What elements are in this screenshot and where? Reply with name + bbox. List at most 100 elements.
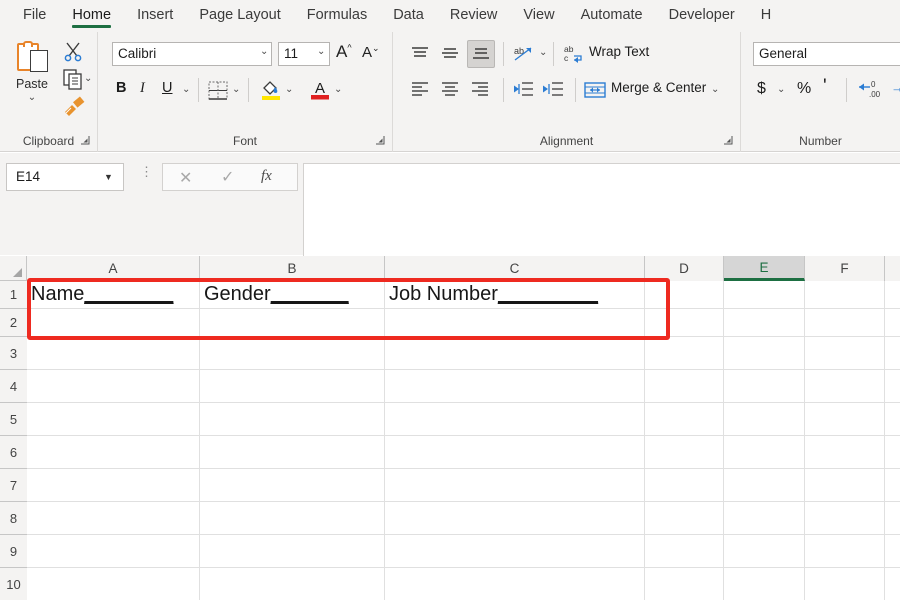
decrease-decimal-icon[interactable]: 0 .00 xyxy=(857,78,883,102)
cell-A1[interactable]: Name________ xyxy=(31,281,173,307)
select-all-corner[interactable] xyxy=(0,256,27,281)
align-middle-icon[interactable] xyxy=(437,42,463,66)
ribbon-tab-file[interactable]: File xyxy=(10,3,59,29)
increase-indent-icon[interactable] xyxy=(541,78,567,102)
merge-center-label[interactable]: Merge & Center xyxy=(611,80,706,95)
clipboard-dialog-launcher[interactable] xyxy=(80,135,92,147)
merge-center-icon[interactable] xyxy=(583,79,607,101)
ribbon-tab-label: Review xyxy=(449,7,498,23)
italic-button[interactable]: I xyxy=(140,80,145,97)
fill-color-icon[interactable] xyxy=(260,79,282,101)
row-header-10[interactable]: 10 xyxy=(0,568,27,600)
name-box-caret-icon[interactable]: ▼ xyxy=(104,172,113,182)
formula-bar-buttons: ✕ ✓ fx xyxy=(162,163,298,191)
row-headers: 1 2 3 4 5 6 7 8 9 10 xyxy=(0,281,27,600)
grid-line-horizontal xyxy=(27,308,900,309)
cut-icon[interactable] xyxy=(62,40,84,62)
align-left-icon[interactable] xyxy=(407,78,433,102)
increase-decimal-partial-icon[interactable]: → xyxy=(891,80,900,95)
enter-formula-icon[interactable]: ✓ xyxy=(221,167,234,187)
percent-format-button[interactable]: % xyxy=(797,80,811,98)
borders-caret-icon[interactable]: ⌄ xyxy=(232,84,240,95)
ribbon-tab-home[interactable]: Home xyxy=(59,3,124,29)
cell-area[interactable]: Name________ Gender_______ Job Number_____… xyxy=(27,281,900,600)
ribbon-tab-page-layout[interactable]: Page Layout xyxy=(186,3,293,29)
font-name-caret-icon[interactable]: ⌄ xyxy=(260,46,268,57)
grid-line-horizontal xyxy=(27,402,900,403)
wrap-text-label[interactable]: Wrap Text xyxy=(589,44,649,59)
copy-caret-icon[interactable]: ⌄ xyxy=(84,73,92,84)
row-header-4[interactable]: 4 xyxy=(0,370,27,403)
bold-button[interactable]: B xyxy=(116,80,126,96)
wrap-text-icon[interactable]: ab c xyxy=(563,43,585,65)
font-dialog-launcher[interactable] xyxy=(375,135,387,147)
group-label-font: Font xyxy=(232,134,257,148)
column-header-G[interactable]: G xyxy=(885,256,900,281)
cell-C1[interactable]: Job Number_________ xyxy=(389,281,598,307)
select-all-triangle-icon xyxy=(13,268,22,277)
cancel-formula-icon[interactable]: ✕ xyxy=(179,168,192,188)
cell-label-text: Job Number xyxy=(389,283,498,305)
row-header-2[interactable]: 2 xyxy=(0,309,27,337)
insert-function-icon[interactable]: fx xyxy=(261,168,272,185)
column-header-E[interactable]: E xyxy=(724,256,805,281)
font-name-input[interactable]: Calibri xyxy=(112,42,272,66)
row-header-1[interactable]: 1 xyxy=(0,281,27,309)
ribbon-tab-review[interactable]: Review xyxy=(437,3,511,29)
comma-format-button[interactable]: ' xyxy=(823,76,827,98)
borders-icon[interactable] xyxy=(208,81,228,100)
fill-color-caret-icon[interactable]: ⌄ xyxy=(285,84,293,95)
column-header-C[interactable]: C xyxy=(385,256,645,281)
ribbon-group-number: General $ ⌄ % ' 0 .00 → Number xyxy=(741,32,900,152)
accounting-format-button[interactable]: $ xyxy=(757,80,766,98)
underline-button[interactable]: U xyxy=(162,80,172,96)
column-header-F[interactable]: F xyxy=(805,256,885,281)
column-header-B[interactable]: B xyxy=(200,256,385,281)
underline-caret-icon[interactable]: ⌄ xyxy=(182,84,190,95)
ribbon-group-clipboard: Paste ⌄ ⌄ Clipboard xyxy=(0,32,98,152)
ribbon-tab-developer[interactable]: Developer xyxy=(656,3,748,29)
cell-B1[interactable]: Gender_______ xyxy=(204,281,349,307)
row-header-9[interactable]: 9 xyxy=(0,535,27,568)
align-right-icon[interactable] xyxy=(467,78,493,102)
ribbon-tab-automate[interactable]: Automate xyxy=(568,3,656,29)
paste-button[interactable]: Paste ⌄ xyxy=(6,38,58,124)
font-size-caret-icon[interactable]: ⌄ xyxy=(317,46,325,57)
ribbon-tab-view[interactable]: View xyxy=(510,3,567,29)
orientation-caret-icon[interactable]: ⌄ xyxy=(539,47,547,58)
ribbon-tab-label: File xyxy=(23,7,47,23)
ribbon-tab-label: View xyxy=(523,7,555,23)
align-center-icon[interactable] xyxy=(437,78,463,102)
column-header-D[interactable]: D xyxy=(645,256,724,281)
align-top-icon[interactable] xyxy=(407,42,433,66)
paste-caret-icon[interactable]: ⌄ xyxy=(28,92,36,103)
row-header-6[interactable]: 6 xyxy=(0,436,27,469)
font-color-icon[interactable]: A xyxy=(310,79,330,101)
row-header-8[interactable]: 8 xyxy=(0,502,27,535)
accounting-caret-icon[interactable]: ⌄ xyxy=(777,84,785,95)
ribbon-tab-formulas[interactable]: Formulas xyxy=(294,3,380,29)
font-color-caret-icon[interactable]: ⌄ xyxy=(334,84,342,95)
row-header-3[interactable]: 3 xyxy=(0,337,27,370)
ribbon-tab-insert[interactable]: Insert xyxy=(124,3,186,29)
decrease-indent-icon[interactable] xyxy=(511,78,537,102)
increase-font-size-icon[interactable]: A^ xyxy=(336,42,352,62)
format-painter-icon[interactable] xyxy=(62,95,86,117)
number-format-select[interactable]: General xyxy=(753,42,900,66)
ribbon-group-alignment: ab ⌄ ab c Wrap Text Merge & Center ⌄ Ali… xyxy=(393,32,741,152)
copy-icon[interactable] xyxy=(62,68,84,90)
alignment-dialog-launcher[interactable] xyxy=(723,135,735,147)
ribbon-tab-h[interactable]: H xyxy=(748,3,784,29)
decrease-font-size-icon[interactable]: A⌄ xyxy=(362,43,380,61)
text-orientation-icon[interactable]: ab xyxy=(511,42,537,66)
grid-line-horizontal xyxy=(27,435,900,436)
align-bottom-icon[interactable] xyxy=(467,40,495,68)
ribbon-tab-data[interactable]: Data xyxy=(380,3,437,29)
merge-center-caret-icon[interactable]: ⌄ xyxy=(711,84,719,95)
column-header-A[interactable]: A xyxy=(27,256,200,281)
ribbon-tab-label: Page Layout xyxy=(199,7,281,23)
row-header-7[interactable]: 7 xyxy=(0,469,27,502)
row-header-5[interactable]: 5 xyxy=(0,403,27,436)
excel-window: File Home Insert Page Layout Formulas Data Rev… xyxy=(0,0,900,600)
formula-bar-handle[interactable]: ⋮ xyxy=(140,165,153,178)
